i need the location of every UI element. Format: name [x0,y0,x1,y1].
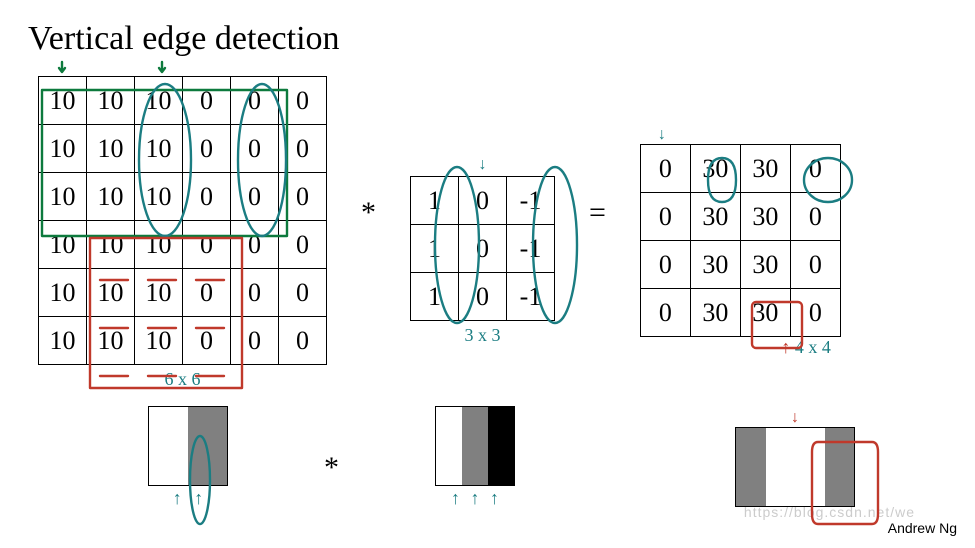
gradient-bar [435,406,515,486]
matrix-cell: 0 [231,269,279,317]
matrix-cell: 0 [183,269,231,317]
matrix-cell: 0 [231,173,279,221]
matrix-cell: 10 [39,221,87,269]
up-arrow-icon: ↑ [490,488,499,508]
matrix-cell: 10 [87,317,135,365]
swatch-white [766,428,825,506]
matrix-cell: 30 [740,289,790,337]
matrix-cell: 0 [231,221,279,269]
filter-block: ↓ 10-1 10-1 10-1 3 x 3 [410,156,555,346]
matrix-cell: 0 [183,173,231,221]
equals-operator: = [573,196,622,230]
matrix-cell: 30 [690,289,740,337]
matrix-cell: -1 [507,177,555,225]
matrix-cell: 10 [135,221,183,269]
up-arrow-icon: ↑ [781,337,790,357]
matrix-cell: 0 [790,145,840,193]
matrix-cell: 30 [690,193,740,241]
matrix-cell: 0 [790,289,840,337]
matrix-cell: 30 [740,193,790,241]
matrix-cell: 10 [87,269,135,317]
output-matrix: 030300030300030300030300 [640,144,841,337]
down-arrow-icon: ↓ [791,409,799,427]
matrix-cell: 0 [183,77,231,125]
matrix-cell: 0 [231,125,279,173]
conv-operator: * [345,196,392,230]
credit-text: Andrew Ng [888,520,957,536]
matrix-cell: 0 [640,145,690,193]
matrix-cell: 30 [690,145,740,193]
matrix-cell: 1 [411,225,459,273]
swatch-gray [462,407,488,485]
swatch-gray [188,407,227,485]
matrix-cell: 10 [39,317,87,365]
up-arrow-icon: ↑ [451,488,460,508]
matrix-cell: 0 [459,273,507,321]
page-title: Vertical edge detection [28,20,947,58]
matrix-cell: 0 [459,225,507,273]
matrix-cell: 10 [39,173,87,221]
matrix-cell: 0 [790,193,840,241]
matrix-cell: 10 [39,125,87,173]
output-dim-note: ↑ 4 x 4 [781,337,831,358]
matrix-cell: 0 [183,221,231,269]
matrix-cell: 10 [135,77,183,125]
watermark-text: https://blog.csdn.net/we [744,504,915,520]
down-arrow-icon: ↓ [479,156,487,174]
matrix-cell: 0 [231,317,279,365]
gradient-output: ↓ [735,409,855,507]
filter-matrix: 10-1 10-1 10-1 [410,176,555,321]
gradient-bar [735,427,855,507]
matrix-cell: 0 [279,221,327,269]
matrix-cell: 0 [459,177,507,225]
matrix-cell: 30 [740,145,790,193]
swatch-white [436,407,462,485]
swatch-white [149,407,188,485]
matrix-cell: 1 [411,273,459,321]
matrix-cell: 0 [231,77,279,125]
matrix-cell: 30 [690,241,740,289]
gradient-bar [148,406,228,486]
matrix-cell: 10 [87,125,135,173]
matrix-cell: 10 [39,269,87,317]
matrix-cell: 0 [183,317,231,365]
gradient-input: ↑ ↑ [148,406,228,509]
up-arrow-icon: ↑ [173,488,182,508]
matrix-cell: 1 [411,177,459,225]
output-block: ↓ 030300030300030300030300 ↑ 4 x 4 [640,126,841,358]
swatch-gray [825,428,855,506]
matrix-cell: 10 [135,269,183,317]
up-arrow-icon: ↑ [194,488,203,508]
matrix-cell: 10 [87,173,135,221]
gradient-filter: ↑ ↑ ↑ [435,406,515,509]
matrix-cell: 0 [279,269,327,317]
matrix-cell: 10 [135,317,183,365]
matrix-cell: 10 [135,125,183,173]
matrix-cell: 0 [183,125,231,173]
matrix-cell: 0 [279,77,327,125]
matrix-cell: 10 [135,173,183,221]
swatch-gray [736,428,766,506]
matrix-cell: 0 [790,241,840,289]
matrix-cell: 0 [279,173,327,221]
down-arrow-icon: ↓ [658,126,666,144]
filter-dim-note: 3 x 3 [465,325,501,346]
matrix-cell: 30 [740,241,790,289]
matrix-cell: -1 [507,273,555,321]
matrix-cell: -1 [507,225,555,273]
matrix-cell: 10 [87,221,135,269]
input-matrix-block: 1010100001010100001010100001010100001010… [38,76,327,390]
matrix-cell: 10 [39,77,87,125]
matrix-cell: 0 [640,241,690,289]
matrix-cell: 0 [640,289,690,337]
matrix-cell: 0 [640,193,690,241]
swatch-black [488,407,514,485]
matrix-cell: 10 [87,77,135,125]
input-matrix: 1010100001010100001010100001010100001010… [38,76,327,365]
input-dim-note: 6 x 6 [165,369,201,390]
up-arrow-icon: ↑ [471,488,480,508]
matrix-cell: 0 [279,125,327,173]
matrix-cell: 0 [279,317,327,365]
conv-operator: * [308,451,355,485]
